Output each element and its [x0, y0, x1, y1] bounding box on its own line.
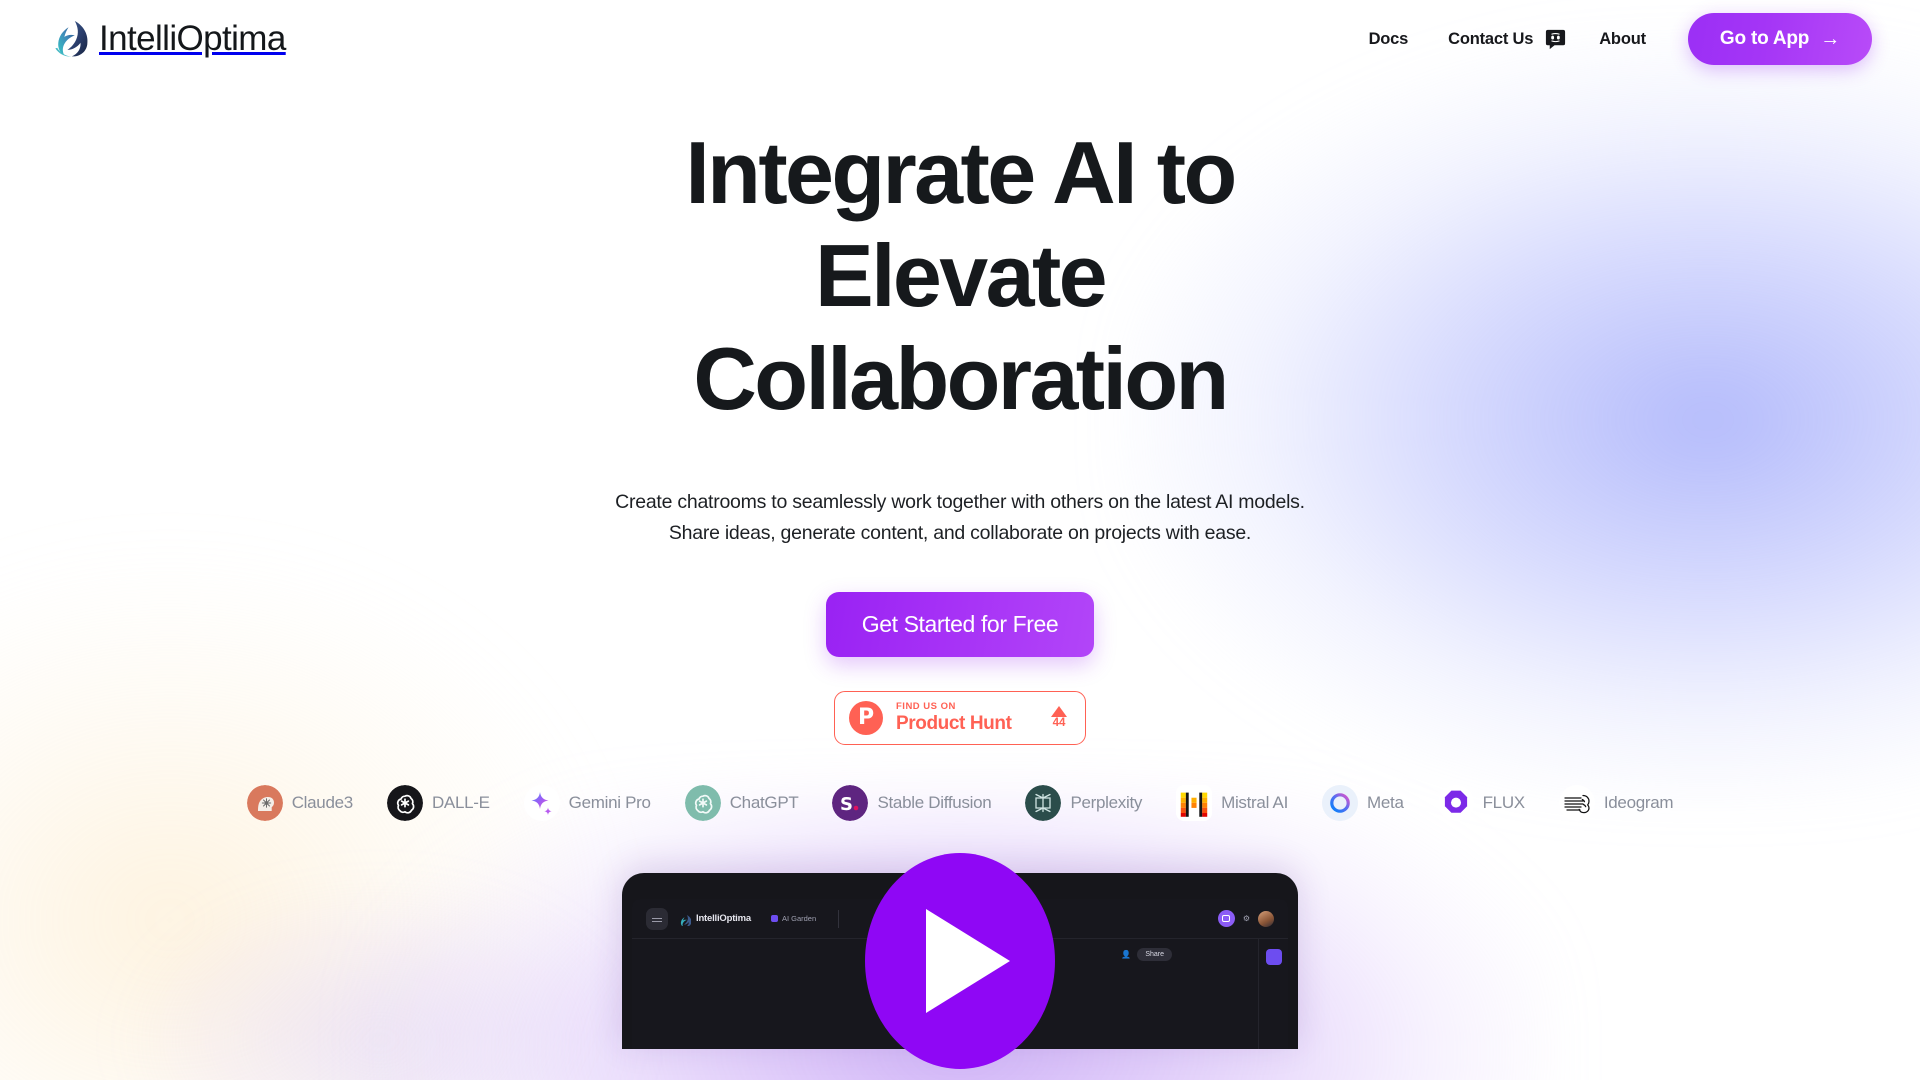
sidebar-action-icon[interactable] — [1265, 949, 1282, 966]
hamburger-icon[interactable] — [646, 907, 668, 930]
meta-ring-icon — [1322, 785, 1358, 822]
model-item-dall-e[interactable]: DALL-E — [386, 785, 490, 822]
model-label-perplexity: Perplexity — [1070, 793, 1143, 813]
intellioptima-flame-logo — [52, 18, 90, 60]
mistral-icon — [1176, 785, 1213, 822]
flux-octagon-icon — [1437, 785, 1474, 822]
app-divider — [838, 909, 840, 928]
product-hunt-kicker: FIND US ON — [896, 701, 956, 713]
app-brand: IntelliOptima — [680, 913, 751, 927]
hero-section: Integrate AI to Elevate Collaboration Cr… — [0, 78, 1920, 1070]
product-hunt-logo-letter: P — [857, 705, 875, 731]
laptop-mockup: IntelliOptima AI Garden ⚙ 👤 Share — [622, 853, 1298, 1070]
app-right-sidebar — [1258, 939, 1288, 1050]
nav-link-docs[interactable]: Docs — [1349, 22, 1429, 57]
stable-diffusion-icon: S — [832, 785, 869, 822]
app-topbar-actions: ⚙ — [1217, 910, 1274, 928]
product-hunt-name: Product Hunt — [896, 713, 1012, 735]
supported-models-row: Claude3 DALL-E Gemini Pro ChatGPT S Stab… — [0, 785, 1920, 822]
model-item-mistral-ai[interactable]: Mistral AI — [1176, 785, 1288, 822]
app-tab-ai-garden[interactable]: AI Garden — [770, 914, 817, 924]
play-video-button[interactable] — [865, 853, 1055, 1070]
model-label-stable-diffusion: Stable Diffusion — [877, 793, 992, 813]
brand-name: IntelliOptima — [99, 19, 286, 58]
brand-logo[interactable]: IntelliOptima — [52, 18, 286, 60]
get-started-button[interactable]: Get Started for Free — [825, 592, 1095, 658]
product-hunt-row: P FIND US ON Product Hunt 44 — [0, 691, 1920, 746]
hero-cta-row: Get Started for Free — [0, 550, 1920, 658]
ai-tool-icon[interactable]: ⚙ — [1243, 914, 1250, 923]
share-button[interactable]: Share — [1137, 948, 1172, 962]
user-avatar[interactable] — [1258, 910, 1274, 927]
app-brand-name: IntelliOptima — [696, 913, 751, 925]
hero-title-line-1: Integrate AI to — [685, 123, 1237, 222]
nav-contact-group: Contact Us — [1428, 22, 1579, 57]
model-label-gemini-pro: Gemini Pro — [568, 793, 651, 813]
ai-garden-icon — [770, 915, 778, 923]
app-share-group: 👤 Share — [1121, 948, 1172, 962]
model-item-gemini-pro[interactable]: Gemini Pro — [523, 785, 651, 822]
product-hunt-badge[interactable]: P FIND US ON Product Hunt 44 — [834, 691, 1086, 746]
main-navigation: Docs Contact Us About Go to App → — [1349, 13, 1872, 65]
model-label-mistral-ai: Mistral AI — [1221, 793, 1288, 813]
hero-subtitle: Create chatrooms to seamlessly work toge… — [0, 487, 1920, 550]
dalle-openai-icon — [386, 785, 423, 822]
play-icon — [926, 909, 1010, 1014]
model-item-chatgpt[interactable]: ChatGPT — [684, 785, 799, 822]
product-showcase: IntelliOptima AI Garden ⚙ 👤 Share — [0, 853, 1920, 1070]
chat-bubble-icon[interactable] — [1217, 910, 1235, 928]
model-item-claude3[interactable]: Claude3 — [246, 785, 354, 822]
discord-icon[interactable] — [1544, 28, 1567, 51]
product-hunt-upvote-count: 44 — [1052, 717, 1066, 730]
hero-subtitle-line-1: Create chatrooms to seamlessly work toge… — [615, 490, 1305, 513]
ideogram-brain-icon — [1558, 785, 1595, 822]
model-item-stable-diffusion[interactable]: S Stable Diffusion — [832, 785, 992, 822]
gemini-sparkle-icon — [523, 785, 560, 822]
go-to-app-label: Go to App — [1719, 28, 1810, 49]
model-item-flux[interactable]: FLUX — [1437, 785, 1526, 822]
app-tab-label: AI Garden — [781, 914, 817, 924]
model-label-ideogram: Ideogram — [1603, 793, 1674, 813]
person-icon: 👤 — [1121, 950, 1132, 960]
product-hunt-logo-icon: P — [849, 701, 883, 736]
model-item-meta[interactable]: Meta — [1322, 785, 1404, 822]
chatgpt-openai-icon — [684, 785, 721, 822]
model-label-meta: Meta — [1367, 793, 1404, 813]
model-label-flux: FLUX — [1482, 793, 1526, 813]
nav-link-contact-us[interactable]: Contact Us — [1428, 22, 1537, 57]
app-brand-logo-icon — [680, 913, 692, 927]
model-label-chatgpt: ChatGPT — [729, 793, 799, 813]
go-to-app-button[interactable]: Go to App → — [1687, 13, 1872, 65]
claude-icon — [246, 785, 283, 822]
product-hunt-upvote[interactable]: 44 — [1051, 706, 1071, 730]
hero-title-line-2: Elevate — [814, 225, 1108, 325]
arrow-right-icon: → — [1820, 28, 1840, 50]
svg-text:S: S — [840, 794, 853, 815]
product-hunt-text: FIND US ON Product Hunt — [896, 701, 1038, 734]
hero-title-line-3: Collaboration — [693, 328, 1229, 428]
upvote-triangle-icon — [1051, 706, 1067, 718]
page-title: Integrate AI to Elevate Collaboration — [430, 122, 1490, 431]
site-header: IntelliOptima Docs Contact Us About Go t… — [0, 0, 1920, 78]
model-label-dall-e: DALL-E — [431, 793, 490, 813]
model-label-claude3: Claude3 — [291, 793, 354, 813]
nav-link-about[interactable]: About — [1579, 22, 1666, 57]
perplexity-icon — [1025, 785, 1062, 822]
model-item-perplexity[interactable]: Perplexity — [1025, 785, 1143, 822]
model-item-ideogram[interactable]: Ideogram — [1558, 785, 1674, 822]
hero-subtitle-line-2: Share ideas, generate content, and colla… — [668, 522, 1252, 545]
